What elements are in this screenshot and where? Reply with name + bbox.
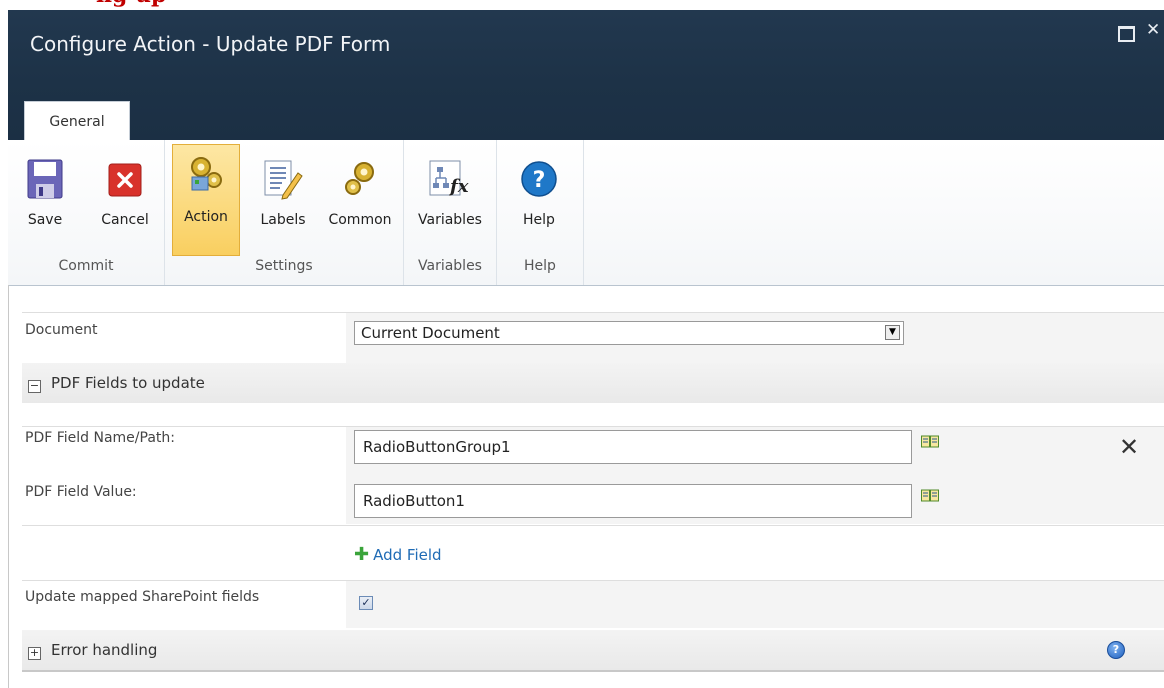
action-button[interactable]: Action [172, 144, 240, 256]
document-label: Document [25, 322, 98, 338]
dialog-left-border [8, 285, 9, 688]
dialog-title: Configure Action - Update PDF Form [30, 32, 391, 56]
cancel-icon [108, 163, 142, 197]
save-label: Save [27, 212, 63, 228]
remove-field-icon[interactable]: ✕ [1119, 435, 1139, 459]
variables-button[interactable]: fx Variables [410, 146, 490, 256]
page-heading-fragment: ng up [0, 0, 1164, 10]
settings-group-label: Settings [255, 258, 313, 274]
help-label: Help [523, 212, 555, 228]
labels-label: Labels [260, 212, 306, 228]
commit-group-label: Commit [58, 258, 114, 274]
cancel-label: Cancel [101, 212, 149, 228]
svg-text:fx: fx [448, 176, 469, 197]
variables-group-label: Variables [418, 258, 482, 274]
update-mapped-checkbox[interactable]: ✓ [359, 596, 373, 610]
tab-general[interactable]: General [24, 101, 130, 140]
document-select[interactable]: Current Document ▼ [354, 321, 904, 345]
lookup-book-icon[interactable] [921, 435, 939, 448]
common-label: Common [328, 212, 392, 228]
notepad-pencil-icon [264, 160, 303, 200]
pdf-field-name-label: PDF Field Name/Path: [25, 430, 175, 446]
cancel-button[interactable]: Cancel [94, 146, 156, 256]
maximize-icon[interactable] [1118, 26, 1135, 42]
fx-diagram-icon: fx [429, 160, 469, 197]
divider [22, 525, 1164, 526]
collapse-icon[interactable]: − [28, 380, 41, 393]
chevron-down-icon[interactable]: ▼ [885, 325, 900, 340]
question-circle-icon: ? [521, 161, 557, 197]
pdf-field-name-input[interactable]: RadioButtonGroup1 [354, 430, 912, 464]
save-icon [27, 159, 63, 199]
svg-text:?: ? [533, 168, 546, 193]
pdf-fields-section-title: PDF Fields to update [51, 374, 205, 392]
error-handling-section-title: Error handling [51, 641, 158, 659]
help-circle-icon[interactable]: ? [1107, 641, 1125, 659]
gears-icon [191, 157, 222, 191]
update-mapped-shade [346, 581, 1164, 628]
lookup-book-icon[interactable] [921, 489, 939, 502]
error-handling-section-header[interactable]: + Error handling ? [22, 630, 1164, 670]
pdf-field-value-label: PDF Field Value: [25, 484, 137, 500]
help-group-label: Help [524, 258, 556, 274]
ribbon-group-commit: Save Cancel Commit [8, 140, 165, 285]
labels-button[interactable]: Labels [251, 146, 315, 256]
help-button[interactable]: ? Help [507, 146, 571, 256]
divider [22, 670, 1164, 672]
common-button[interactable]: Common [323, 146, 397, 256]
ribbon-group-help: ? Help Help [497, 140, 584, 285]
gears-icon [345, 162, 374, 195]
close-window-icon[interactable]: ✕ [1146, 22, 1160, 39]
update-mapped-label: Update mapped SharePoint fields [25, 589, 260, 605]
pdf-fields-section-header[interactable]: − PDF Fields to update [22, 363, 1164, 403]
page-heading-text: ng up [96, 0, 166, 8]
document-select-value: Current Document [361, 324, 500, 342]
add-icon: ✚ [354, 544, 370, 565]
pdf-field-value-input[interactable]: RadioButton1 [354, 484, 912, 518]
save-button[interactable]: Save [14, 146, 76, 256]
dialog-header: Configure Action - Update PDF Form ✕ Gen… [8, 10, 1164, 140]
add-field-label: Add Field [373, 546, 442, 564]
action-label: Action [184, 209, 228, 225]
ribbon: Save Cancel Commit Action Labels Common … [8, 140, 1164, 286]
ribbon-group-variables: fx Variables Variables [404, 140, 497, 285]
variables-label: Variables [418, 212, 482, 228]
add-field-link[interactable]: ✚ Add Field [354, 544, 442, 565]
expand-icon[interactable]: + [28, 647, 41, 660]
ribbon-group-settings: Action Labels Common Settings [165, 140, 404, 285]
